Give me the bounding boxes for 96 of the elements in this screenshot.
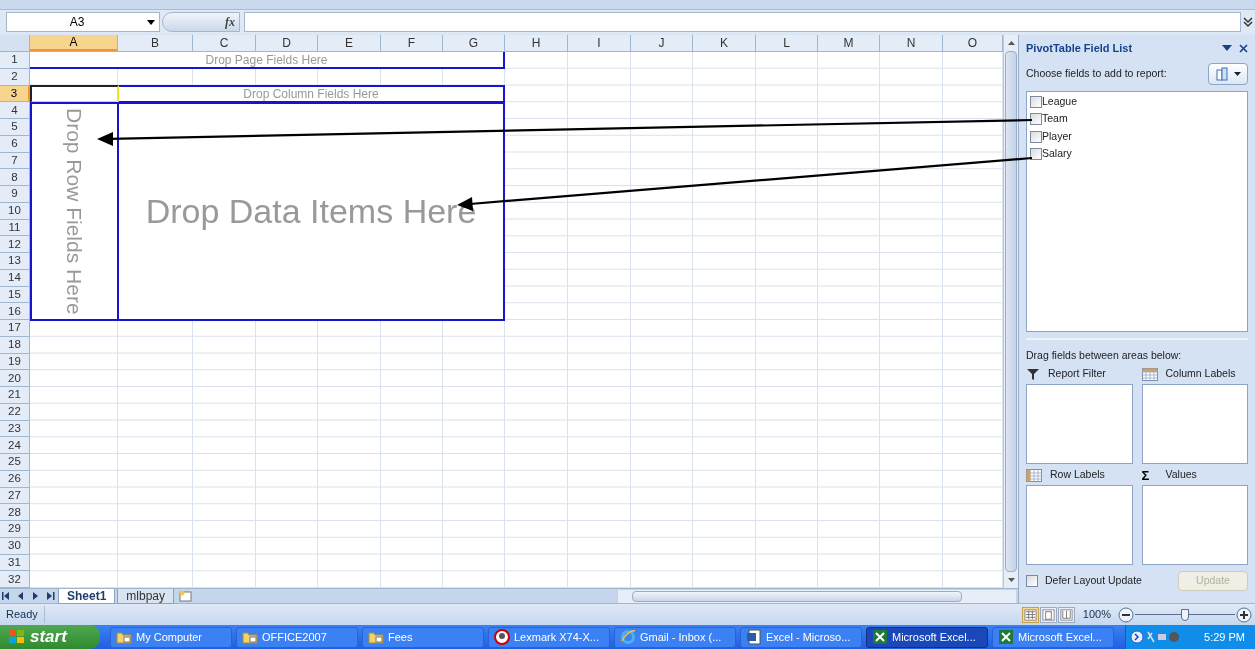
row-header[interactable]: 25 (0, 454, 30, 471)
zoom-level[interactable]: 100% (1082, 606, 1111, 623)
zoom-out-icon[interactable] (1118, 606, 1134, 623)
row-header[interactable]: 9 (0, 186, 30, 203)
column-header[interactable]: I (568, 35, 631, 51)
drop-area[interactable] (1026, 383, 1133, 464)
area-label: Column Labels (1165, 366, 1236, 382)
pane-options-icon[interactable] (1222, 45, 1232, 51)
row-header[interactable]: 5 (0, 119, 30, 136)
row-header[interactable]: 32 (0, 571, 30, 588)
column-header[interactable]: L (756, 35, 818, 51)
view-button[interactable] (1039, 606, 1057, 623)
zoom-slider-thumb[interactable] (1181, 608, 1189, 621)
table-icon (1141, 367, 1158, 381)
caret-icon (1233, 72, 1241, 76)
column-header[interactable]: E (318, 35, 381, 51)
row-header[interactable]: 16 (0, 303, 30, 320)
view-button[interactable] (1057, 606, 1075, 623)
taskbar-button[interactable]: Microsoft Excel... (992, 626, 1114, 648)
insert-function-button[interactable]: fx (225, 13, 235, 31)
taskbar-button[interactable]: Lexmark X74-X... (488, 626, 610, 648)
row-header[interactable]: 29 (0, 521, 30, 538)
column-header[interactable]: H (505, 35, 568, 51)
column-header[interactable]: K (693, 35, 756, 51)
drag-fields-label: Drag fields between areas below: (1026, 348, 1183, 363)
document-icon (746, 629, 762, 645)
row-header[interactable]: 8 (0, 169, 30, 186)
row-header[interactable]: 24 (0, 437, 30, 454)
layout-icon (1215, 67, 1230, 81)
column-header[interactable]: G (443, 35, 505, 51)
column-header[interactable]: A (30, 35, 118, 51)
formula-input[interactable] (244, 12, 1241, 32)
row-header[interactable]: 4 (0, 102, 30, 119)
sigma-icon: Σ (1141, 468, 1158, 482)
column-header[interactable]: B (118, 35, 193, 51)
taskbar-button[interactable]: OFFICE2007 (236, 626, 358, 648)
area-label: Values (1165, 467, 1197, 483)
folder-icon (368, 630, 384, 644)
view-icon (1022, 607, 1038, 622)
taskbar-button[interactable]: Microsoft Excel... (866, 626, 988, 648)
tray-icons-drawing[interactable] (1130, 629, 1180, 645)
view-button[interactable] (1021, 606, 1039, 623)
spreadsheet-icon (998, 629, 1014, 645)
folder-icon (242, 630, 258, 644)
column-header[interactable]: M (818, 35, 880, 51)
layout-button[interactable] (1208, 63, 1248, 85)
folder-icon (116, 630, 132, 644)
field-checkbox[interactable]: Salary (1030, 147, 1247, 161)
pane-title: PivotTable Field List (1026, 40, 1133, 56)
field-checkbox[interactable]: League (1030, 95, 1247, 109)
sheet-tab[interactable]: mlbpay (117, 588, 175, 604)
column-header[interactable]: F (381, 35, 443, 51)
horizontal-scrollbar[interactable] (618, 589, 1016, 603)
browser-icon (620, 629, 636, 645)
name-box[interactable]: A3 (6, 12, 160, 32)
zoom-in-icon[interactable] (1236, 606, 1252, 623)
zoom-slider[interactable] (1135, 606, 1235, 623)
column-header[interactable]: N (880, 35, 943, 51)
sheet-tab[interactable]: Sheet1 (58, 588, 116, 604)
windows-logo-icon (8, 629, 26, 645)
row-header[interactable]: 13 (0, 253, 30, 270)
printer-icon (494, 629, 510, 645)
field-checkbox[interactable]: Player (1030, 130, 1247, 144)
defer-layout-checkbox[interactable]: Defer Layout Update (1026, 572, 1142, 589)
taskbar-button[interactable]: Fees (362, 626, 484, 648)
drop-area[interactable] (1141, 484, 1248, 565)
row-header[interactable]: 17 (0, 320, 30, 337)
taskbar-button[interactable]: My Computer (110, 626, 232, 648)
view-icon (1058, 607, 1074, 622)
vertical-scrollbar[interactable] (1003, 35, 1018, 588)
status-text: Ready (0, 606, 45, 623)
spreadsheet-icon (872, 629, 888, 645)
column-header[interactable]: C (193, 35, 256, 51)
row-header[interactable]: 1 (0, 52, 30, 69)
choose-fields-label: Choose fields to add to report: (1026, 66, 1167, 82)
drop-area[interactable] (1026, 484, 1133, 565)
row-header[interactable]: 28 (0, 504, 30, 521)
column-header[interactable]: D (256, 35, 318, 51)
area-label: Row Labels (1050, 467, 1105, 483)
taskbar-button[interactable]: Excel - Microso... (740, 626, 862, 648)
close-icon[interactable] (1239, 43, 1248, 53)
filter-icon (1026, 367, 1040, 381)
area-label: Report Filter (1048, 366, 1106, 382)
row-header[interactable]: 20 (0, 370, 30, 387)
taskbar-button[interactable]: Gmail - Inbox (... (614, 626, 736, 648)
clock: 5:29 PM (1204, 629, 1246, 645)
dropdown-caret-icon (147, 19, 155, 25)
view-icon (1040, 607, 1056, 622)
row-header[interactable]: 12 (0, 236, 30, 253)
drop-area[interactable] (1141, 383, 1248, 464)
start-button[interactable]: start (0, 625, 100, 649)
field-checkbox[interactable]: Team (1030, 112, 1247, 126)
column-header[interactable]: J (631, 35, 693, 51)
insert-sheet-icon[interactable] (178, 590, 195, 602)
table-icon (1026, 468, 1042, 482)
row-header[interactable]: 21 (0, 387, 30, 404)
